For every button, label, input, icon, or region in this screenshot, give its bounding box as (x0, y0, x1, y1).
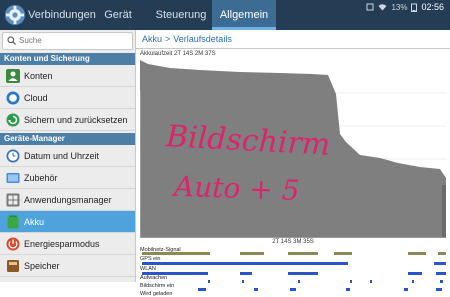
sidebar-item-datum[interactable]: Datum und Uhrzeit (0, 145, 135, 167)
signal-bar (142, 252, 210, 255)
signal-bar (408, 252, 426, 255)
signal-bar (334, 252, 352, 255)
sidebar-item-energiesparmodus[interactable]: Energiesparmodus (0, 233, 135, 255)
sidebar-item-label: Anwendungsmanager (24, 195, 112, 205)
wifi-bar (436, 272, 446, 275)
signal-bar (288, 252, 318, 255)
breadcrumb-verlaufsdetails: Verlaufsdetails (173, 34, 232, 44)
divider (136, 48, 450, 49)
sidebar-item-sichern[interactable]: Sichern und zurücksetzen (0, 109, 135, 131)
backup-icon (6, 113, 20, 127)
breadcrumb-akku[interactable]: Akku (142, 34, 162, 44)
section-device-manager: Geräte-Manager (0, 133, 135, 145)
clock: 02:56 (421, 2, 444, 12)
storage-icon (7, 260, 19, 272)
title-tab-bar: Verbindungen Gerät Steuerung Allgemein 1… (0, 0, 450, 30)
tab-steuerung[interactable]: Steuerung (150, 0, 212, 30)
gps-bar (142, 262, 348, 265)
sidebar-item-label: Akku (24, 217, 45, 227)
cloud-icon (6, 91, 20, 105)
wifi-bar (408, 272, 422, 275)
battery-icon (411, 3, 418, 12)
battery-history-details: Akku > Verlaufsdetails Akkulaufzeit 2T 14S… (136, 30, 450, 297)
sidebar-item-zubehoer[interactable]: Zubehör (0, 167, 135, 189)
sidebar-item-label: Energiesparmodus (24, 239, 100, 249)
breadcrumb-separator: > (165, 34, 171, 44)
screen-on-bar (254, 288, 258, 291)
section-accounts-backup: Konten und Sicherung (0, 53, 135, 65)
row-label-aufwachen: Aufwachen (140, 275, 168, 281)
sidebar-item-label: Datum und Uhrzeit (24, 151, 100, 161)
sidebar-item-speicher[interactable]: Speicher (0, 255, 135, 277)
screen-on-bar (346, 288, 350, 291)
search-icon (7, 36, 16, 45)
sidebar-item-label: Zubehör (24, 173, 58, 183)
tab-verbindungen[interactable]: Verbindungen (28, 0, 96, 30)
signal-bar (438, 252, 446, 255)
sidebar-item-label: Sichern und zurücksetzen (24, 115, 128, 125)
screen-on-bar (404, 288, 408, 291)
battery-percent: 13% (391, 2, 408, 12)
tab-geraet[interactable]: Gerät (92, 0, 144, 30)
sidebar-item-cloud[interactable]: Cloud (0, 87, 135, 109)
accounts-icon (6, 69, 20, 83)
sidebar-item-anwendungsmanager[interactable]: Anwendungsmanager (0, 189, 135, 211)
search-box[interactable] (2, 32, 133, 50)
battery-icon (7, 215, 19, 229)
sidebar-item-label: Cloud (24, 93, 48, 103)
power-saving-icon (6, 237, 20, 251)
annotation-auto-plus-5: Auto + 5 (171, 170, 301, 207)
battery-level-graph: Bildschirm Auto + 5 (140, 60, 446, 238)
search-input[interactable] (19, 34, 127, 47)
status-area: 13% 02:56 (366, 0, 444, 14)
tab-allgemein[interactable]: Allgemein (212, 0, 276, 30)
wifi-bar (288, 272, 318, 275)
accessory-icon (6, 173, 20, 183)
signal-bar (240, 252, 264, 255)
clock-icon (6, 149, 20, 163)
row-label-bildschirm-ein: Bildschirm ein (140, 283, 175, 289)
wifi-bar (240, 272, 252, 275)
battery-runtime-label: Akkulaufzeit 2T 14S 2M 37S (140, 51, 216, 57)
settings-sidebar: Konten und Sicherung Konten Cloud Sicher… (0, 30, 136, 282)
screen-on-bar (198, 288, 206, 291)
sidebar-item-konten[interactable]: Konten (0, 65, 135, 87)
sidebar-item-label: Konten (24, 71, 53, 81)
gps-bar (434, 262, 446, 265)
elapsed-time-label: 2T 14S 3M 35S (272, 239, 314, 245)
screen-on-bar (436, 288, 442, 291)
row-label-wird-geladen: Wird geladen (140, 291, 173, 297)
apps-icon (6, 193, 20, 207)
breadcrumb: Akku > Verlaufsdetails (142, 34, 232, 44)
notification-icon (366, 3, 374, 11)
wifi-icon (378, 4, 387, 11)
screen-on-bar (290, 288, 296, 291)
sidebar-item-label: Speicher (24, 261, 60, 271)
sidebar-item-akku[interactable]: Akku (0, 211, 135, 233)
settings-gear-icon[interactable] (4, 4, 26, 26)
